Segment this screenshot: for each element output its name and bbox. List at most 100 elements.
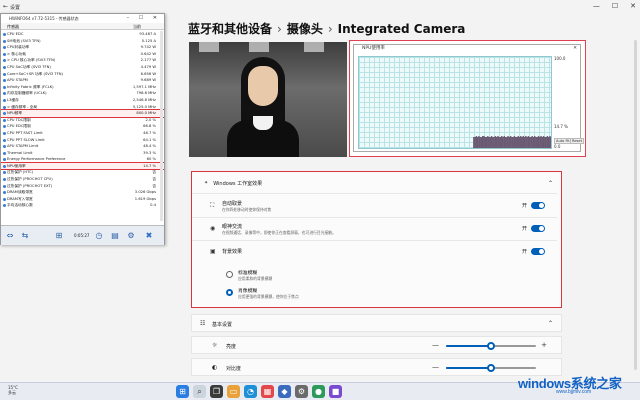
sensor-row[interactable]: 内存控制器频率 (UCLK) 798.6 MHz [1,90,164,97]
settings-icon[interactable]: ⚙ [125,230,137,242]
npu-usage-bar [512,136,514,148]
sensor-row[interactable]: Core+SoC+SR 功率 (SVI3 TFN) 6.656 W [1,71,164,78]
minimize-button[interactable]: — [593,2,600,10]
sensor-row[interactable]: APU STAPM Limit 48.4 % [1,143,164,150]
chevron-up-icon[interactable]: ⌃ [548,320,553,327]
clock-icon[interactable]: ◷ [93,230,105,242]
maximize-button[interactable]: ☐ [612,2,618,10]
decrease-icon[interactable]: — [432,341,439,349]
breadcrumb-bluetooth[interactable]: 蓝牙和其他设备 [188,22,272,36]
sensor-icon [3,158,6,162]
close-icon[interactable]: ✕ [573,45,577,53]
app-icon[interactable]: ◆ [278,385,291,398]
file-explorer-icon[interactable]: ▭ [227,385,240,398]
npu-usage-bar [499,136,502,148]
sensor-icon [3,184,6,188]
radio-button[interactable] [226,271,233,278]
npu-graph-highlight: NPU使用率 ✕ 100.0 14.7 % 0.0 Auto Fit Reset [349,40,586,157]
sensor-row[interactable]: 过热保护 (HTC) 否 [1,169,164,176]
reset-button[interactable]: Reset [570,138,585,144]
eye-contact-row: ◉ 眼神交流 在视频通话、录像等中，即使你正在查看屏幕，也可进行目光接触。 开 [196,221,557,237]
close-button[interactable]: ✕ [630,2,636,10]
column-current[interactable]: 当前 [133,24,141,30]
sensor-row[interactable]: Infinity Fabric 频率 (FCLK) 1,597.1 MHz [1,84,164,91]
collapse-arrows-icon[interactable]: ⇔ [4,230,16,242]
expand-arrows-icon[interactable]: ⇆ [19,230,31,242]
chevron-up-icon[interactable]: ⌃ [548,180,553,187]
sensor-row[interactable]: 过热保护 (PROCHOT CPU) 否 [1,176,164,183]
studio-effects-header[interactable]: ✦ Windows 工作室效果 ⌃ [196,176,557,190]
slider-thumb[interactable] [487,364,495,372]
sensor-row[interactable]: NPU频率 800.0 MHz [1,109,164,118]
network-icon[interactable]: ⊞ [53,230,65,242]
sensor-row[interactable]: CPU PPT FAST Limit 48.7 % [1,130,164,137]
background-effects-toggle[interactable] [531,248,545,255]
increase-icon[interactable]: + [541,341,547,349]
npu-usage-bar [531,136,533,148]
sensor-row[interactable]: CPU封装功率 9.742 W [1,44,164,51]
sensor-value: 9.689 W [140,78,156,83]
sensor-row[interactable]: 过热保护 (PROCHOT EXT) 否 [1,183,164,190]
sensor-name: DRAM写入带宽 [7,196,33,201]
sensor-icon [3,138,6,142]
search-icon[interactable]: ⌕ [193,385,206,398]
sensor-row[interactable]: CPU EDC 93.487 A [1,31,164,38]
auto-framing-toggle[interactable] [531,202,545,209]
sensor-row[interactable]: NPU使用率 14.7 % [1,161,164,171]
breadcrumb-camera[interactable]: 摄像头 [287,22,323,36]
sensor-value: 66.8 % [143,124,156,129]
sensor-icon [3,171,6,175]
sensor-row[interactable]: Energy Performance Preference 60 % [1,156,164,163]
settings-icon[interactable]: ⚙ [295,385,308,398]
store-icon[interactable]: ▦ [261,385,274,398]
sensor-row[interactable]: CPU PPT SLOW Limit 64.1 % [1,137,164,144]
radio-button-selected[interactable] [226,289,233,296]
npu-usage-bar [518,136,521,148]
sensor-row[interactable]: DRAM写入带宽 1.619 Gbps [1,196,164,203]
toggle-state: 开 [521,226,527,232]
sensor-row[interactable]: APU STAPM 9.689 W [1,77,164,84]
sensor-row[interactable]: > 核心功耗 0.642 W [1,51,164,58]
npu-usage-bar [520,136,522,148]
sensor-row[interactable]: DRAM读取带宽 3.026 Gbps [1,189,164,196]
eye-contact-toggle[interactable] [531,225,545,232]
sensor-row[interactable]: CPU SoC功率 (SVI3 TFN) 4.479 W [1,64,164,71]
sensor-value: 1,597.1 MHz [132,84,156,89]
hwinfo-scrollbar[interactable] [160,31,163,221]
back-arrow-icon[interactable]: ← [3,3,8,10]
portrait-blur-option[interactable]: 肖像模糊 应用更强的背景模糊，使你位于焦点 [226,286,526,302]
column-sensor[interactable]: 传感器 [7,24,19,30]
basic-settings-header[interactable]: ☷ 基本设置 ⌃ [191,314,562,332]
npu-usage-bar [502,136,504,148]
task-view-icon[interactable]: ❐ [210,385,223,398]
page-scrollbar[interactable] [634,40,637,370]
sensor-icon [3,118,6,122]
slider-thumb[interactable] [487,342,495,350]
sensor-row[interactable]: CPU TDC限制 2.0 % [1,117,164,124]
sensor-row[interactable]: CPU EDC限制 66.8 % [1,123,164,130]
sensor-name: NPU使用率 [7,163,26,168]
sensor-row[interactable]: L3缓存 2,546.8 MHz [1,97,164,104]
sensor-row[interactable]: > CPU 核心功率 (SVI3 TFN) 2.177 W [1,57,164,64]
weather-widget[interactable]: 15°C 多云 [8,385,18,395]
window-controls[interactable]: – ☐ ✕ [127,14,161,23]
edge-icon[interactable]: ◔ [244,385,257,398]
start-icon[interactable]: ⊞ [176,385,189,398]
sensor-row[interactable]: SM电池 (SVI3 TFN) 0.125 A [1,38,164,45]
breadcrumb-separator: › [277,22,282,36]
camera-preview [189,42,347,157]
app-icon[interactable]: ■ [329,385,342,398]
decrease-icon[interactable]: — [432,363,439,371]
sensor-row[interactable]: 平均活动核心数 0.4 [1,202,164,209]
report-icon[interactable]: ▤ [109,230,121,242]
app-icon[interactable]: ● [312,385,325,398]
sensor-row[interactable]: > 缓存频率 - 全局 5,125.0 MHz [1,104,164,111]
sensor-row[interactable]: Thermal Limit 39.3 % [1,150,164,157]
standard-blur-option[interactable]: 标准模糊 应用柔和的背景模糊 [226,268,526,284]
close-icon[interactable]: ✖ [143,230,155,242]
npu-usage-bar [474,136,476,148]
npu-graph-title: NPU使用率 ✕ [362,45,577,53]
sensor-icon [3,79,6,83]
brightness-slider[interactable] [446,342,536,350]
sensor-icon [3,39,6,43]
